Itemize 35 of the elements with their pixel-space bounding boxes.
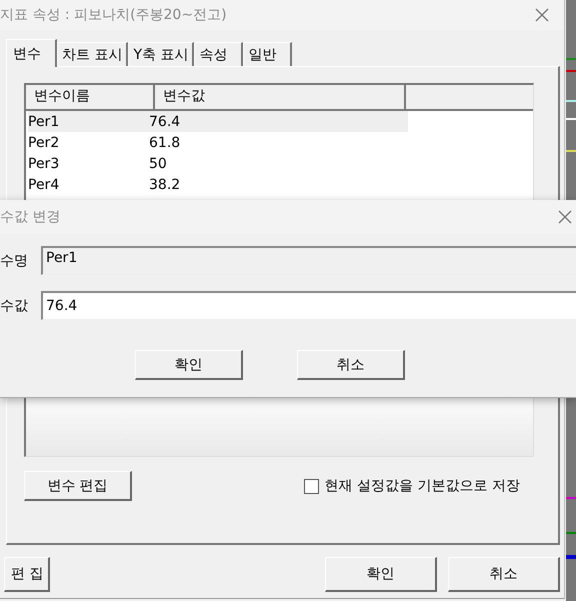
list-row[interactable]: Per1 76.4 bbox=[28, 111, 408, 132]
checkbox-label: 현재 설정값을 기본값으로 저장 bbox=[324, 477, 520, 495]
checkbox[interactable] bbox=[304, 478, 319, 494]
column-header[interactable]: 변수값 bbox=[155, 85, 406, 109]
tab[interactable]: 속성 bbox=[194, 42, 244, 66]
dialog-button[interactable]: 취소 bbox=[448, 557, 560, 592]
name-field: Per1 bbox=[41, 246, 576, 275]
variable-value: 50 bbox=[149, 156, 168, 172]
value-input-field[interactable]: 76.4 bbox=[41, 291, 576, 320]
edit-variable-button[interactable]: 변수 편집 bbox=[24, 471, 132, 501]
tab[interactable]: Y축 표시 bbox=[128, 42, 194, 66]
variable-name: Per4 bbox=[28, 176, 60, 192]
list-row[interactable]: Per2 61.8 bbox=[28, 132, 408, 153]
dialog-button[interactable]: 확인 bbox=[325, 557, 437, 592]
window-title: 지표 속성 : 피보나치(주봉20~전고) bbox=[0, 6, 227, 24]
column-header[interactable]: 변수이름 bbox=[26, 85, 155, 109]
tab[interactable]: 변수 bbox=[6, 39, 57, 67]
dialog-button[interactable]: 취소 bbox=[297, 350, 405, 380]
variable-name: Per3 bbox=[28, 156, 60, 172]
variable-value: 76.4 bbox=[149, 114, 182, 130]
tab[interactable]: 차트 표시 bbox=[57, 42, 128, 66]
dialog-button[interactable]: 확인 bbox=[135, 350, 243, 380]
field-label: 수명 bbox=[0, 252, 29, 270]
close-icon[interactable] bbox=[534, 7, 550, 23]
field-label: 수값 bbox=[0, 296, 29, 314]
close-icon[interactable] bbox=[558, 210, 572, 224]
dialog-title: 수값 변경 bbox=[0, 208, 60, 226]
dialog-button[interactable]: 편 집 bbox=[4, 557, 50, 592]
list-row[interactable]: Per4 38.2 bbox=[28, 174, 408, 195]
variable-value: 38.2 bbox=[149, 176, 182, 192]
variable-name: Per2 bbox=[28, 134, 60, 150]
tab[interactable]: 일반 bbox=[243, 42, 292, 66]
variable-name: Per1 bbox=[28, 114, 60, 130]
list-row[interactable]: Per3 50 bbox=[28, 153, 408, 174]
variable-value: 61.8 bbox=[149, 134, 182, 150]
